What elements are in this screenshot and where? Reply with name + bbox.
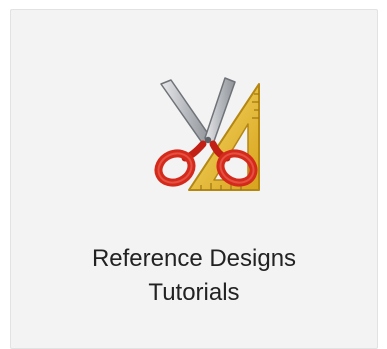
- tile-label-line-1: Reference Designs: [91, 245, 297, 272]
- scissors-and-set-square-icon: [151, 72, 271, 196]
- tile-label: Reference Designs Tutorials: [11, 242, 377, 310]
- tile-label-line-2: Tutorials: [148, 279, 240, 306]
- reference-designs-tutorials-tile[interactable]: Reference Designs Tutorials: [10, 9, 378, 349]
